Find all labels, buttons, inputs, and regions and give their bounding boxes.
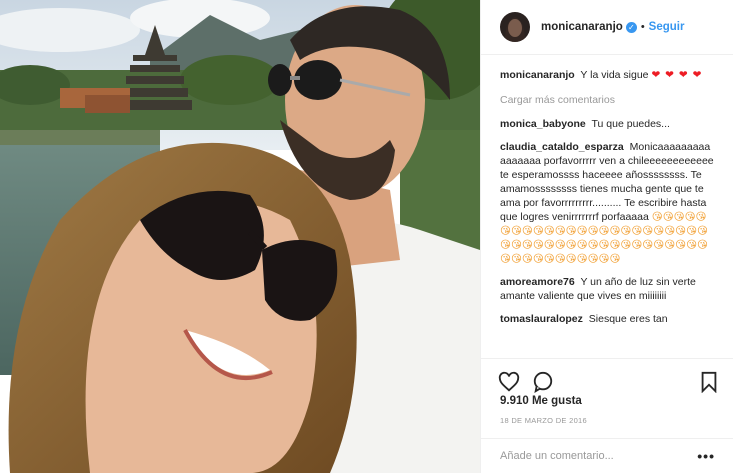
comment-username[interactable]: amoreamore76 — [500, 276, 575, 288]
add-comment-input[interactable] — [500, 450, 698, 462]
follow-button[interactable]: Seguir — [649, 21, 685, 33]
avatar[interactable] — [500, 12, 530, 42]
comment-username[interactable]: claudia_cataldo_esparza — [500, 141, 624, 153]
post-caption: monicanaranjo Y la vida sigue ❤ ❤ ❤ ❤ — [500, 68, 715, 82]
comment-text: Siesque eres tan — [588, 313, 668, 325]
post-photo[interactable] — [0, 0, 480, 473]
header-separator: • — [640, 21, 645, 33]
verified-badge-icon: ✓ — [625, 21, 637, 33]
add-comment-bar: ••• — [481, 438, 733, 473]
caption-username[interactable]: monicanaranjo — [500, 69, 575, 81]
comment-username[interactable]: monica_babyone — [500, 118, 586, 130]
load-more-comments-button[interactable]: Cargar más comentarios — [500, 94, 715, 106]
post-actions — [481, 358, 733, 398]
caption-hearts: ❤ ❤ ❤ ❤ — [651, 69, 703, 81]
comment-item: claudia_cataldo_esparza Monicaaaaaaaaa a… — [500, 140, 715, 266]
header-username[interactable]: monicanaranjo — [541, 21, 623, 33]
like-heart-icon[interactable] — [498, 371, 522, 395]
post-header: monicanaranjo ✓ • Seguir — [481, 0, 733, 55]
likes-count[interactable]: 9.910 Me gusta — [500, 395, 582, 407]
caption-text: Y la vida sigue — [580, 69, 649, 81]
comment-bubble-icon[interactable] — [532, 371, 556, 395]
comment-username[interactable]: tomaslauralopez — [500, 313, 583, 325]
avatar-image — [500, 12, 530, 42]
selfie-photo-illustration — [0, 0, 480, 473]
comments-list[interactable]: monicanaranjo Y la vida sigue ❤ ❤ ❤ ❤ Ca… — [481, 56, 733, 358]
comment-item: amoreamore76 Y un año de luz sin verte a… — [500, 275, 715, 303]
more-options-button[interactable]: ••• — [697, 448, 715, 464]
comment-text: Tu que puedes... — [591, 118, 670, 130]
instagram-post-modal: monicanaranjo ✓ • Seguir monicanaranjo Y… — [0, 0, 733, 473]
post-date[interactable]: 18 DE MARZO DE 2016 — [500, 416, 587, 425]
post-side-panel: monicanaranjo ✓ • Seguir monicanaranjo Y… — [480, 0, 733, 473]
comment-item: monica_babyone Tu que puedes... — [500, 117, 715, 131]
comment-item: tomaslauralopez Siesque eres tan — [500, 312, 715, 326]
bookmark-icon[interactable] — [698, 371, 722, 395]
